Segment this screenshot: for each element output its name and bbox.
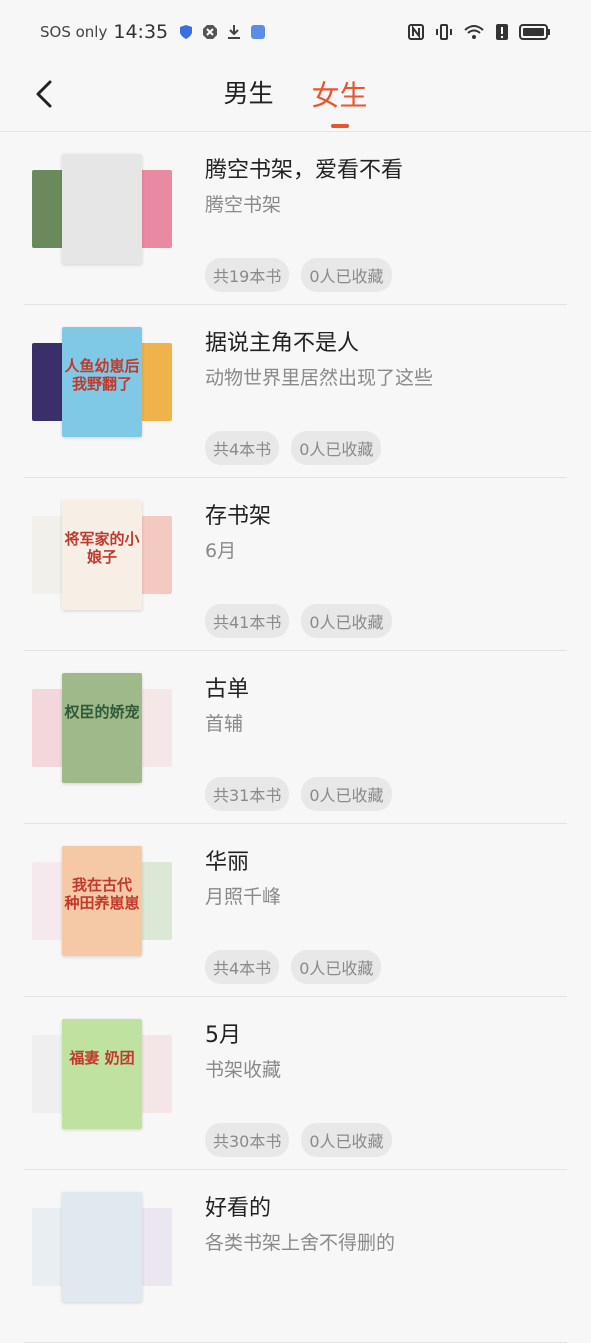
- book-cover-right: [138, 689, 172, 767]
- alert-icon: [496, 24, 508, 40]
- tab-female[interactable]: 女生: [312, 74, 368, 124]
- book-cover-right: [138, 516, 172, 594]
- download-icon: [228, 25, 241, 39]
- book-count-badge: 共4本书: [205, 950, 280, 984]
- shelf-title: 好看的: [205, 1196, 272, 1221]
- shelf-title: 华丽: [205, 850, 250, 875]
- shelf-tags: 共30本书 0人已收藏: [205, 1123, 392, 1157]
- battery-icon: [519, 24, 550, 40]
- shelf-desc: 月照千峰: [205, 886, 282, 908]
- top-bar: 男生 女生: [0, 64, 591, 132]
- shelf-desc: 书架收藏: [205, 1059, 282, 1081]
- shelf-item[interactable]: 权臣的娇宠 古单 首辅 共31本书 0人已收藏: [24, 651, 567, 824]
- favorite-count-badge: 0人已收藏: [291, 431, 382, 465]
- shelf-item[interactable]: 福妻 奶团 5月 书架收藏 共30本书 0人已收藏: [24, 997, 567, 1170]
- book-cover-right: [138, 170, 172, 248]
- shelf-tags: 共31本书 0人已收藏: [205, 777, 392, 811]
- block-icon: [203, 25, 218, 39]
- book-cover-right: [138, 862, 172, 940]
- shelf-tags: 共41本书 0人已收藏: [205, 604, 392, 638]
- cover-title: 将军家的小娘子: [64, 530, 140, 566]
- favorite-count-badge: 0人已收藏: [291, 950, 382, 984]
- shelf-tags: 共4本书 0人已收藏: [205, 431, 382, 465]
- book-count-badge: 共19本书: [205, 258, 290, 292]
- shelf-item[interactable]: 腾空书架，爱看不看 腾空书架 共19本书 0人已收藏: [24, 132, 567, 305]
- book-cover-right: [138, 1035, 172, 1113]
- book-count-badge: 共41本书: [205, 604, 290, 638]
- shelf-list: 腾空书架，爱看不看 腾空书架 共19本书 0人已收藏 人鱼幼崽后 我野翻了 据说…: [24, 132, 567, 1343]
- sos-label: SOS only: [40, 23, 108, 41]
- book-cover-main: 人鱼幼崽后 我野翻了: [62, 327, 142, 437]
- book-cover-left: [32, 1035, 66, 1113]
- shelf-title: 据说主角不是人: [205, 331, 360, 356]
- book-cover-main: [62, 1192, 142, 1302]
- shelf-title: 腾空书架，爱看不看: [205, 158, 404, 183]
- shelf-desc: 各类书架上舍不得删的: [205, 1232, 396, 1254]
- shelf-title: 古单: [205, 677, 250, 702]
- book-cover-left: [32, 170, 66, 248]
- vibrate-icon: [436, 24, 452, 40]
- book-count-badge: 共4本书: [205, 431, 280, 465]
- shelf-desc: 腾空书架: [205, 194, 282, 216]
- cover-stack: 福妻 奶团: [32, 1017, 172, 1137]
- cover-stack: 将军家的小娘子: [32, 498, 172, 618]
- cover-title: 权臣的娇宠: [64, 703, 140, 721]
- nfc-icon: [408, 24, 424, 40]
- book-count-badge: 共31本书: [205, 777, 290, 811]
- book-cover-main: [62, 154, 142, 264]
- shelf-item[interactable]: 将军家的小娘子 存书架 6月 共41本书 0人已收藏: [24, 478, 567, 651]
- shelf-title: 5月: [205, 1023, 241, 1048]
- cover-stack: [32, 1190, 172, 1310]
- book-cover-main: 将军家的小娘子: [62, 500, 142, 610]
- status-bar: SOS only 14:35: [0, 0, 591, 64]
- shelf-title: 存书架: [205, 504, 272, 529]
- shelf-desc: 首辅: [205, 713, 244, 735]
- favorite-count-badge: 0人已收藏: [301, 777, 392, 811]
- shelf-tags: 共4本书 0人已收藏: [205, 950, 382, 984]
- shelf-item[interactable]: 人鱼幼崽后 我野翻了 据说主角不是人 动物世界里居然出现了这些 共4本书 0人已…: [24, 305, 567, 478]
- shelf-item[interactable]: 好看的 各类书架上舍不得删的: [24, 1170, 567, 1343]
- app-icon: [251, 25, 266, 39]
- book-cover-left: [32, 862, 66, 940]
- cover-stack: 权臣的娇宠: [32, 671, 172, 791]
- book-cover-left: [32, 689, 66, 767]
- book-cover-left: [32, 516, 66, 594]
- favorite-count-badge: 0人已收藏: [301, 604, 392, 638]
- favorite-count-badge: 0人已收藏: [301, 258, 392, 292]
- book-cover-left: [32, 1208, 66, 1286]
- shelf-desc: 6月: [205, 540, 237, 562]
- tab-male[interactable]: 男生: [223, 74, 273, 124]
- shield-icon: [180, 25, 193, 39]
- book-cover-right: [138, 1208, 172, 1286]
- book-count-badge: 共30本书: [205, 1123, 290, 1157]
- clock: 14:35: [113, 21, 169, 43]
- shelf-tags: 共19本书 0人已收藏: [205, 258, 392, 292]
- book-cover-right: [138, 343, 172, 421]
- book-cover-main: 权臣的娇宠: [62, 673, 142, 783]
- book-cover-left: [32, 343, 66, 421]
- favorite-count-badge: 0人已收藏: [301, 1123, 392, 1157]
- shelf-item[interactable]: 我在古代 种田养崽崽 华丽 月照千峰 共4本书 0人已收藏: [24, 824, 567, 997]
- cover-stack: 我在古代 种田养崽崽: [32, 844, 172, 964]
- cover-stack: [32, 152, 172, 272]
- cover-title: 人鱼幼崽后 我野翻了: [64, 357, 140, 393]
- book-cover-main: 福妻 奶团: [62, 1019, 142, 1129]
- wifi-icon: [464, 25, 484, 39]
- cover-title: 我在古代 种田养崽崽: [64, 876, 140, 912]
- cover-stack: 人鱼幼崽后 我野翻了: [32, 325, 172, 445]
- cover-title: 福妻 奶团: [69, 1049, 135, 1067]
- book-cover-main: 我在古代 种田养崽崽: [62, 846, 142, 956]
- gender-tabs: 男生 女生: [0, 74, 591, 124]
- shelf-desc: 动物世界里居然出现了这些: [205, 367, 434, 389]
